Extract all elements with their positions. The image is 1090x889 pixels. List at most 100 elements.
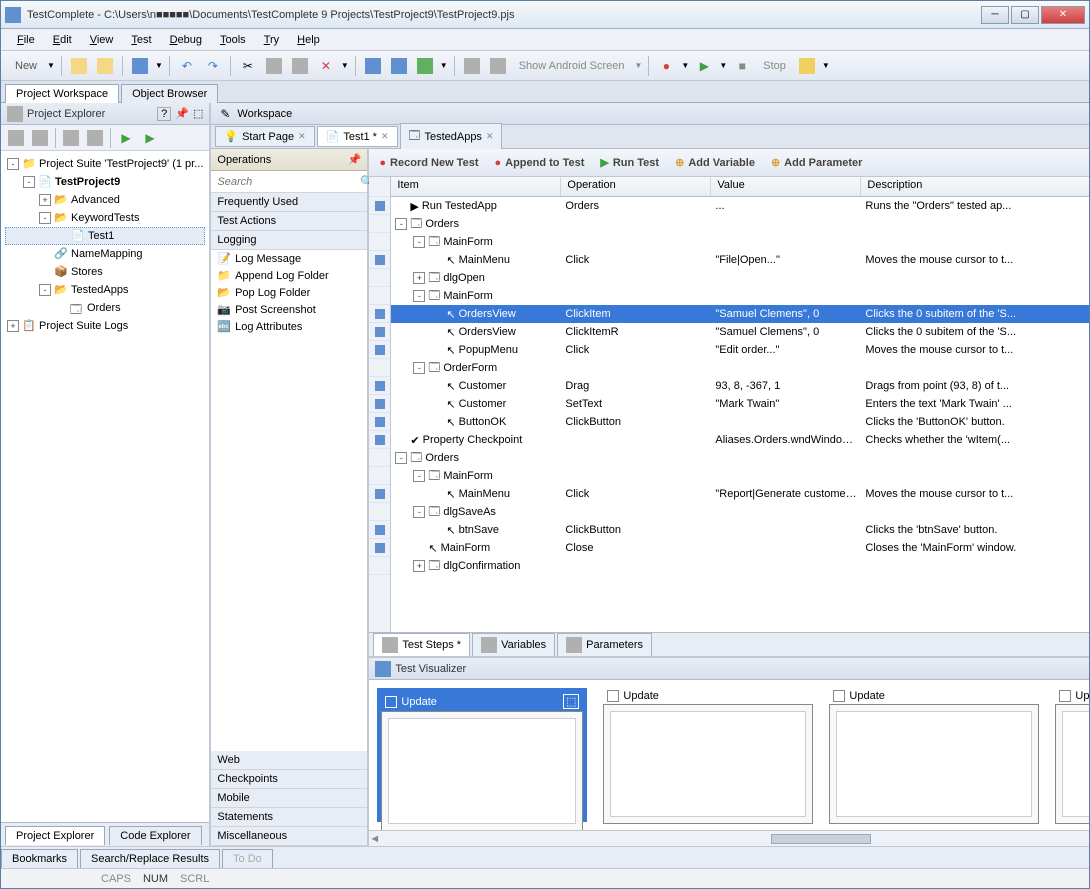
- row-toggle-icon[interactable]: -: [413, 236, 425, 248]
- search-input[interactable]: [217, 176, 360, 188]
- exp-run-icon[interactable]: ▶: [115, 127, 137, 149]
- tree-toggle-icon[interactable]: -: [23, 176, 35, 188]
- ops-category[interactable]: Miscellaneous: [211, 827, 367, 846]
- gutter-cell[interactable]: [369, 467, 390, 485]
- tab-object-browser[interactable]: Object Browser: [121, 84, 218, 103]
- checkbox-icon[interactable]: [607, 690, 619, 702]
- grid-row[interactable]: +🗔dlgConfirmation: [391, 557, 1089, 575]
- gutter-cell[interactable]: [369, 287, 390, 305]
- tree-node[interactable]: +📂Advanced: [5, 191, 205, 209]
- ops-item[interactable]: 📁Append Log Folder: [211, 267, 367, 284]
- tool2-icon[interactable]: [388, 55, 410, 77]
- open-icon[interactable]: [68, 55, 90, 77]
- row-toggle-icon[interactable]: -: [395, 452, 407, 464]
- grid-row[interactable]: ↖OrdersViewClickItemR"Samuel Clemens", 0…: [391, 323, 1089, 341]
- exp-btn2-icon[interactable]: [29, 127, 51, 149]
- tree-node[interactable]: 📄Test1: [5, 227, 205, 245]
- test-tb-add-variable[interactable]: ⊕Add Variable: [671, 154, 759, 171]
- grid-row[interactable]: ↖MainMenuClick"File|Open..."Moves the mo…: [391, 251, 1089, 269]
- record-icon[interactable]: ●: [655, 55, 677, 77]
- tree-node[interactable]: 🔗NameMapping: [5, 245, 205, 263]
- grid-header-cell[interactable]: Value: [711, 177, 861, 196]
- gutter-cell[interactable]: [369, 539, 390, 557]
- gutter-cell[interactable]: [369, 503, 390, 521]
- bottom-tab[interactable]: Bookmarks: [1, 849, 78, 868]
- menu-file[interactable]: File: [9, 32, 43, 48]
- vis-scrollbar[interactable]: ◄►: [369, 830, 1089, 846]
- gutter-cell[interactable]: [369, 269, 390, 287]
- menu-help[interactable]: Help: [289, 32, 328, 48]
- editor-tab[interactable]: Test Steps *: [373, 633, 470, 657]
- ops-category[interactable]: Logging: [211, 231, 367, 250]
- checkbox-icon[interactable]: [1059, 690, 1071, 702]
- gutter-cell[interactable]: [369, 305, 390, 323]
- undo-icon[interactable]: ↶: [176, 55, 198, 77]
- menu-view[interactable]: View: [82, 32, 122, 48]
- gutter-cell[interactable]: [369, 197, 390, 215]
- grid-header-cell[interactable]: Description: [861, 177, 1089, 196]
- tree-toggle-icon[interactable]: -: [7, 158, 19, 170]
- ops-category[interactable]: Mobile: [211, 789, 367, 808]
- gutter-cell[interactable]: [369, 323, 390, 341]
- gutter-cell[interactable]: [369, 395, 390, 413]
- paste-icon[interactable]: [289, 55, 311, 77]
- grid-row[interactable]: ↖MainMenuClick"Report|Generate customer …: [391, 485, 1089, 503]
- gutter-cell[interactable]: [369, 557, 390, 575]
- grid-row[interactable]: -🗔Orders: [391, 449, 1089, 467]
- grid-row[interactable]: -🗔MainForm: [391, 233, 1089, 251]
- exp-btn4-icon[interactable]: [84, 127, 106, 149]
- grid-header-cell[interactable]: Item: [391, 177, 561, 196]
- close-button[interactable]: ✕: [1041, 6, 1085, 24]
- pause-icon[interactable]: [796, 55, 818, 77]
- grid-row[interactable]: ↖PopupMenuClick"Edit order..."Moves the …: [391, 341, 1089, 359]
- tree-node[interactable]: -📄TestProject9: [5, 173, 205, 191]
- card-max-icon[interactable]: ⬚: [563, 694, 579, 709]
- ops-category[interactable]: Frequently Used: [211, 193, 367, 212]
- bottom-tab[interactable]: To Do: [222, 849, 273, 868]
- grid-row[interactable]: ▶Run TestedAppOrders...Runs the "Orders"…: [391, 197, 1089, 215]
- grid-row[interactable]: ↖CustomerDrag93, 8, -367, 1Drags from po…: [391, 377, 1089, 395]
- gutter-cell[interactable]: [369, 377, 390, 395]
- tab-project-explorer[interactable]: Project Explorer: [5, 826, 105, 845]
- grid-header-cell[interactable]: Operation: [561, 177, 711, 196]
- test-tb-add-parameter[interactable]: ⊕Add Parameter: [767, 154, 866, 171]
- gutter-cell[interactable]: [369, 359, 390, 377]
- project-tree[interactable]: -📁Project Suite 'TestProject9' (1 pr...-…: [1, 151, 209, 822]
- panel-close-icon[interactable]: ⬚: [193, 107, 203, 120]
- gutter-cell[interactable]: [369, 341, 390, 359]
- tree-node[interactable]: 🗔Orders: [5, 299, 205, 317]
- gutter-cell[interactable]: [369, 449, 390, 467]
- menu-debug[interactable]: Debug: [162, 32, 210, 48]
- test-tb-record-new-test[interactable]: ●Record New Test: [375, 155, 482, 171]
- ops-item[interactable]: 📷Post Screenshot: [211, 301, 367, 318]
- maximize-button[interactable]: ▢: [1011, 6, 1039, 24]
- grid-row[interactable]: ↖ButtonOKClickButtonClicks the 'ButtonOK…: [391, 413, 1089, 431]
- cut-icon[interactable]: ✂: [237, 55, 259, 77]
- row-toggle-icon[interactable]: -: [395, 218, 407, 230]
- tree-node[interactable]: +📋Project Suite Logs: [5, 317, 205, 335]
- ops-pin-icon[interactable]: 📌: [348, 153, 362, 166]
- copy-icon[interactable]: [263, 55, 285, 77]
- tree-toggle-icon[interactable]: +: [39, 194, 51, 206]
- tab-code-explorer[interactable]: Code Explorer: [109, 826, 201, 845]
- tool3-icon[interactable]: [414, 55, 436, 77]
- stop-block-icon[interactable]: ■: [731, 55, 753, 77]
- exp-run2-icon[interactable]: ▶: [139, 127, 161, 149]
- tree-toggle-icon[interactable]: -: [39, 212, 51, 224]
- tree-node[interactable]: -📁Project Suite 'TestProject9' (1 pr...: [5, 155, 205, 173]
- editor-tab[interactable]: Variables: [472, 633, 555, 657]
- help-icon[interactable]: ?: [157, 107, 171, 121]
- visualizer-card[interactable]: Update: [829, 688, 1039, 822]
- menu-tools[interactable]: Tools: [212, 32, 254, 48]
- tab-close-icon[interactable]: ✕: [381, 131, 389, 142]
- run-icon[interactable]: ▶: [693, 55, 715, 77]
- ws-tab[interactable]: 🗔TestedApps✕: [400, 123, 503, 150]
- ops-category[interactable]: Statements: [211, 808, 367, 827]
- menu-test[interactable]: Test: [123, 32, 159, 48]
- tree-toggle-icon[interactable]: -: [39, 284, 51, 296]
- test-grid[interactable]: ItemOperationValueDescription ▶Run Teste…: [369, 177, 1089, 632]
- editor-tab[interactable]: Parameters: [557, 633, 652, 657]
- bottom-tab[interactable]: Search/Replace Results: [80, 849, 220, 868]
- row-toggle-icon[interactable]: -: [413, 506, 425, 518]
- gutter-cell[interactable]: [369, 215, 390, 233]
